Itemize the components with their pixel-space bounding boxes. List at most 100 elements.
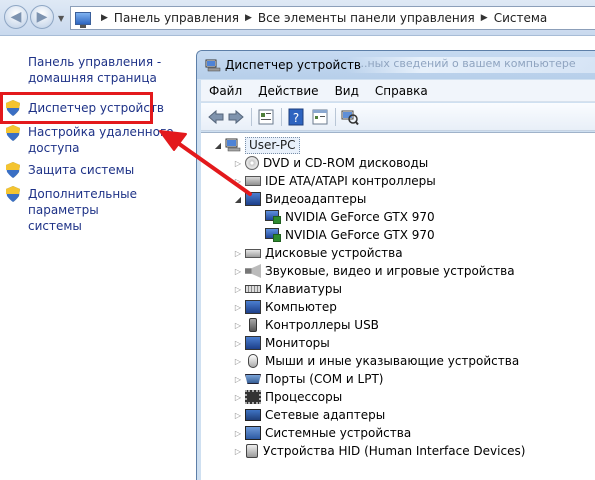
expand-arrow-icon[interactable]: ▷	[233, 285, 243, 294]
expand-arrow-icon[interactable]: ▷	[233, 339, 243, 348]
expand-arrow-icon[interactable]: ▷	[233, 249, 243, 258]
sound-icon	[245, 264, 261, 278]
breadcrumb-separator-icon[interactable]: ▶	[245, 13, 252, 23]
help-icon[interactable]: ?	[287, 108, 305, 126]
breadcrumb-separator-icon[interactable]: ▶	[101, 13, 108, 23]
tree-category-label: Устройства HID (Human Interface Devices)	[263, 444, 526, 458]
link-remote-settings[interactable]: Настройка удаленного доступа	[28, 124, 174, 156]
tree-root[interactable]: ◢ User-PC	[213, 136, 300, 154]
forward-button[interactable]: ▶	[30, 5, 54, 29]
tree-category[interactable]: ▷ Процессоры	[233, 388, 342, 406]
link-advanced-system-settings[interactable]: Дополнительные параметры системы	[28, 186, 195, 234]
tree-category-label: DVD и CD-ROM дисководы	[263, 156, 429, 170]
view-icon[interactable]	[311, 108, 329, 126]
hid-icon	[246, 444, 258, 458]
expand-arrow-icon[interactable]: ▷	[233, 159, 243, 168]
expand-arrow-icon[interactable]: ▷	[233, 411, 243, 420]
link-label: Панель управления -	[28, 55, 162, 69]
tree-device[interactable]: NVIDIA GeForce GTX 970	[263, 208, 435, 226]
tree-category[interactable]: ▷ DVD и CD-ROM дисководы	[233, 154, 428, 172]
tree-category-label: Системные устройства	[265, 426, 412, 440]
breadcrumb-control-panel[interactable]: Панель управления	[114, 11, 239, 25]
expand-arrow-icon[interactable]: ▷	[233, 303, 243, 312]
tree-category-label: Дисковые устройства	[265, 246, 403, 260]
menu-view[interactable]: Вид	[327, 84, 367, 98]
collapse-arrow-icon[interactable]: ◢	[213, 141, 223, 150]
tree-device-label: NVIDIA GeForce GTX 970	[285, 210, 435, 224]
tree-category[interactable]: ▷ IDE ATA/ATAPI контроллеры	[233, 172, 436, 190]
expand-arrow-icon[interactable]: ▷	[233, 375, 243, 384]
tree-category-label: Компьютер	[265, 300, 337, 314]
tree-category-label: Мониторы	[265, 336, 330, 350]
tree-category[interactable]: ▷ Мониторы	[233, 334, 330, 352]
recent-pages-dropdown[interactable]: ▼	[58, 14, 64, 23]
menu-file[interactable]: Файл	[201, 84, 250, 98]
expand-arrow-icon[interactable]: ▷	[233, 393, 243, 402]
menu-help[interactable]: Справка	[367, 84, 436, 98]
svg-text:?: ?	[293, 111, 299, 125]
tree-category[interactable]: ▷ Клавиатуры	[233, 280, 342, 298]
window-title: Диспетчер устройств	[225, 58, 362, 72]
toolbar: ?	[201, 103, 595, 131]
breadcrumb-system[interactable]: Система	[494, 11, 548, 25]
toolbar-separator	[281, 108, 282, 126]
tree-category-label: Мыши и иные указывающие устройства	[265, 354, 520, 368]
expand-arrow-icon[interactable]: ▷	[233, 321, 243, 330]
tree-category[interactable]: ▷ Дисковые устройства	[233, 244, 403, 262]
forward-arrow-icon: ▶	[36, 9, 48, 25]
network-icon	[245, 409, 261, 421]
keyboard-icon	[245, 285, 261, 293]
monitor-icon	[245, 192, 261, 206]
breadcrumb-separator-icon[interactable]: ▶	[481, 13, 488, 23]
expand-arrow-icon[interactable]: ▷	[233, 177, 243, 186]
breadcrumb-all-items[interactable]: Все элементы панели управления	[258, 11, 475, 25]
link-label: Диспетчер устройств	[28, 101, 165, 115]
tree-category[interactable]: ▷ Компьютер	[233, 298, 337, 316]
tree-category-label: Звуковые, видео и игровые устройства	[265, 264, 515, 278]
expand-arrow-icon[interactable]: ▷	[233, 357, 243, 366]
tree-category[interactable]: ▷ Устройства HID (Human Interface Devices…	[233, 442, 525, 460]
properties-icon[interactable]	[257, 108, 275, 126]
expand-arrow-icon[interactable]: ▷	[233, 447, 243, 456]
back-button[interactable]: ◀	[4, 5, 28, 29]
tree-category-label: Порты (COM и LPT)	[265, 372, 384, 386]
tree-category[interactable]: ▷ Мыши и иные указывающие устройства	[233, 352, 519, 370]
link-label: Настройка удаленного	[28, 125, 174, 139]
back-arrow-icon: ◀	[10, 9, 22, 25]
tree-category-label: Клавиатуры	[265, 282, 342, 296]
tree-category[interactable]: ▷ Контроллеры USB	[233, 316, 379, 334]
forward-arrow-icon[interactable]	[227, 108, 245, 126]
monitor-icon	[245, 336, 261, 350]
collapse-arrow-icon[interactable]: ◢	[233, 195, 243, 204]
expand-arrow-icon[interactable]: ▷	[233, 267, 243, 276]
tree-device-label: NVIDIA GeForce GTX 970	[285, 228, 435, 242]
tree-category[interactable]: ◢ Видеоадаптеры	[233, 190, 366, 208]
toolbar-separator	[251, 108, 252, 126]
expand-arrow-icon[interactable]: ▷	[233, 429, 243, 438]
uac-shield-icon	[6, 162, 20, 178]
tree-category-label: Процессоры	[265, 390, 343, 404]
link-device-manager[interactable]: Диспетчер устройств	[28, 100, 164, 116]
tree-category[interactable]: ▷ Системные устройства	[233, 424, 411, 442]
title-bar[interactable]: ...ных сведений о вашем компьютере Диспе…	[197, 51, 595, 79]
breadcrumb[interactable]: ▶ Панель управления ▶ Все элементы панел…	[70, 6, 595, 30]
tree-category[interactable]: ▷ Сетевые адаптеры	[233, 406, 385, 424]
control-panel-icon	[75, 11, 91, 28]
tree-device[interactable]: NVIDIA GeForce GTX 970	[263, 226, 435, 244]
ide-icon	[245, 176, 261, 186]
hdd-icon	[245, 248, 261, 258]
display-adapter-icon	[265, 228, 281, 242]
menu-action[interactable]: Действие	[250, 84, 326, 98]
tree-category[interactable]: ▷ Звуковые, видео и игровые устройства	[233, 262, 515, 280]
back-arrow-icon[interactable]	[207, 108, 225, 126]
tree-category-label: IDE ATA/ATAPI контроллеры	[265, 174, 436, 188]
link-control-panel-home[interactable]: Панель управления - домашняя страница	[28, 54, 161, 86]
computer-icon	[245, 300, 261, 314]
tree-category[interactable]: ▷ Порты (COM и LPT)	[233, 370, 384, 388]
tree-category-label: Контроллеры USB	[265, 318, 379, 332]
scan-hardware-icon[interactable]	[341, 108, 359, 126]
display-adapter-icon	[265, 210, 281, 224]
link-system-protection[interactable]: Защита системы	[28, 162, 134, 178]
toolbar-separator	[335, 108, 336, 126]
usb-icon	[249, 318, 257, 332]
